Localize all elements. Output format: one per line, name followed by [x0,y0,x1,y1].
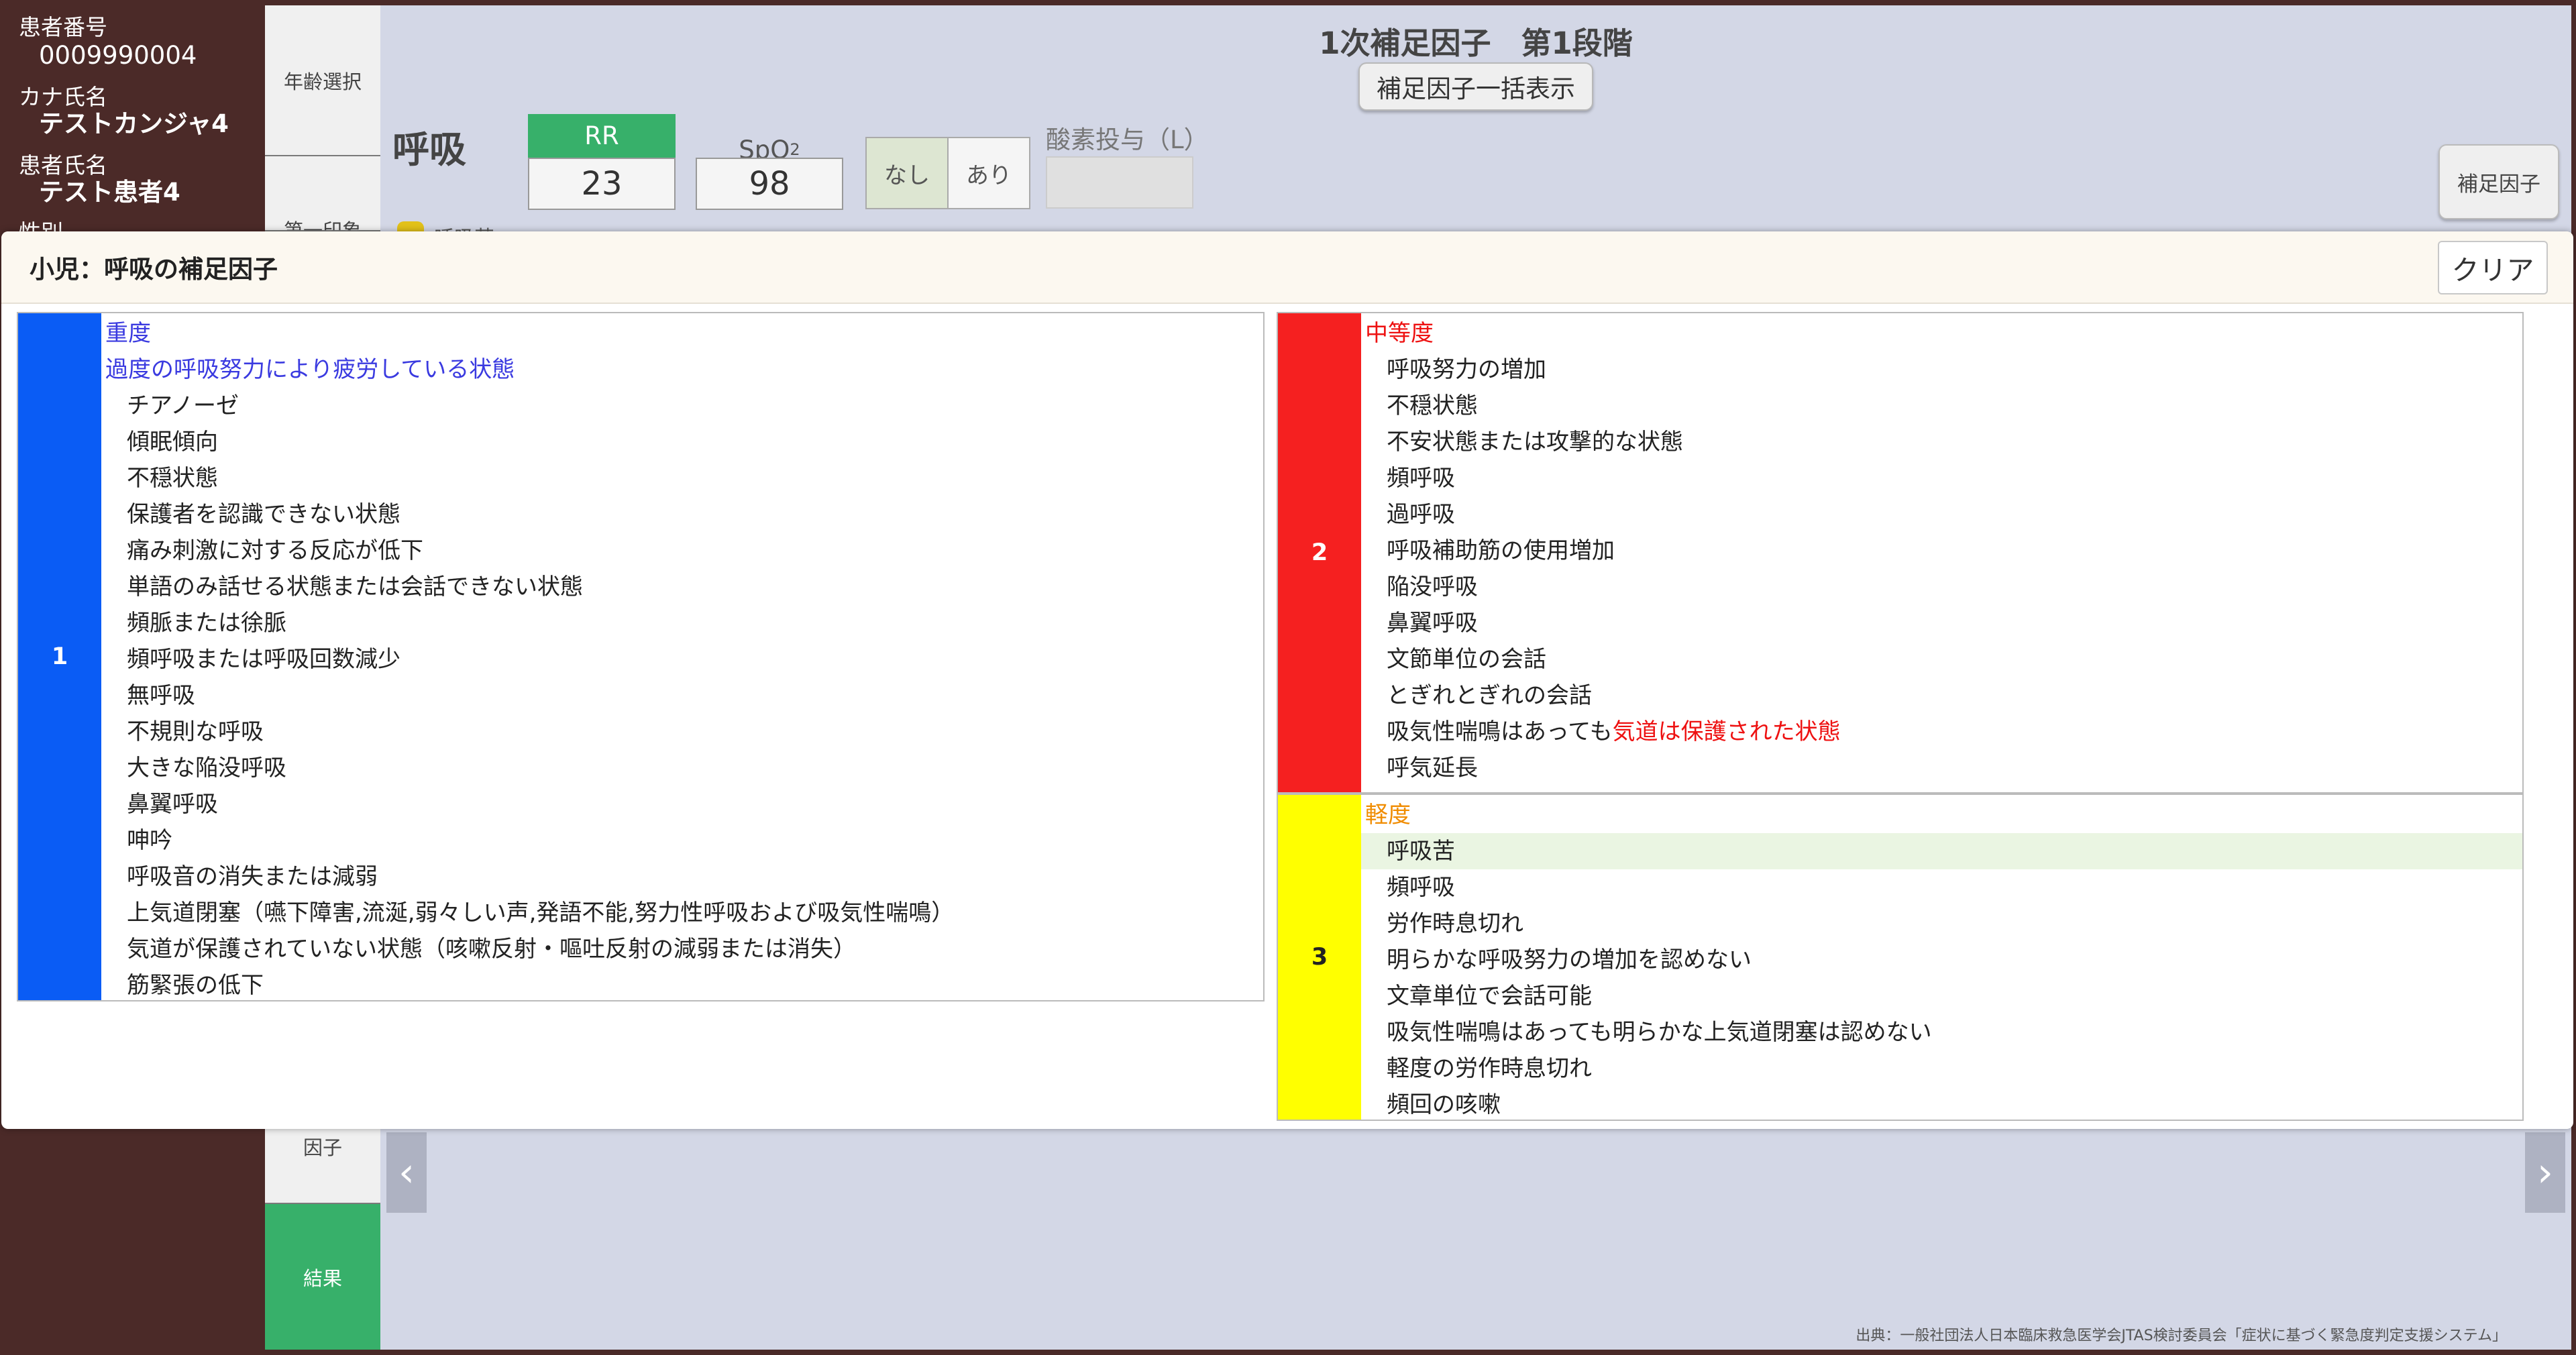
factor-item[interactable]: 不規則な呼吸 [101,714,1263,750]
level-2-list: 中等度 呼吸努力の増加 不穏状態 不安状態または攻撃的な状態 頻呼吸 過呼吸 呼… [1361,313,2522,786]
factor-item[interactable]: 大きな陥没呼吸 [101,750,1263,786]
step-factor[interactable]: 因子 [265,1129,380,1204]
level-1-badge: 1 [18,313,101,1000]
patient-name-value: テスト患者4 [39,178,180,207]
next-arrow-icon[interactable]: › [2525,1132,2565,1213]
level-2-group: 2 中等度 呼吸努力の増加 不穏状態 不安状態または攻撃的な状態 頻呼吸 過呼吸… [1277,312,2524,794]
kana-name-label: カナ氏名 [19,84,107,110]
level-2-badge: 2 [1278,313,1361,792]
oxygen-dose-label: 酸素投与（L） [1046,125,1209,154]
factor-item[interactable]: 頻脈または徐脈 [101,605,1263,641]
factor-item[interactable]: 呼吸補助筋の使用増加 [1361,533,2522,569]
oxygen-toggle: なし あり [865,137,1030,209]
rr-label: RR [528,114,676,158]
factor-item[interactable]: 文節単位の会話 [1361,641,2522,678]
factor-item[interactable]: 筋緊張の低下 [101,967,1263,1004]
supplementary-factors-modal: 小児：呼吸の補足因子 クリア 1 重度 過度の呼吸努力により疲労している状態 チ… [1,231,2573,1129]
oxygen-none-option[interactable]: なし [867,138,949,208]
patient-id-label: 患者番号 [19,14,107,40]
factor-item[interactable]: 不穏状態 [1361,388,2522,424]
factor-item[interactable]: 軽度の労作時息切れ [1361,1050,2522,1087]
factor-item[interactable]: 呼吸努力の増加 [1361,351,2522,388]
factor-item[interactable]: 明らかな呼吸努力の増加を認めない [1361,942,2522,978]
level-3-group: 3 軽度 呼吸苦 頻呼吸 労作時息切れ 明らかな呼吸努力の増加を認めない 文章単… [1277,794,2524,1121]
level-3-heading: 軽度 [1365,802,1411,828]
factor-item[interactable]: 吸気性喘鳴はあっても気道は保護された状態 [1361,714,2522,750]
level-1-list: 重度 過度の呼吸努力により疲労している状態 チアノーゼ 傾眠傾向 不穏状態 保護… [101,313,1263,1004]
factor-item[interactable]: 頻回の咳嗽 [1361,1087,2522,1123]
factor-item[interactable]: 過度の呼吸努力により疲労している状態 [101,351,1263,388]
factor-item[interactable]: とぎれとぎれの会話 [1361,678,2522,714]
factor-item[interactable]: 呻吟 [101,822,1263,859]
patient-name-label: 患者氏名 [19,152,107,178]
factor-item[interactable]: 呼気延長 [1361,750,2522,786]
section-title: 呼吸 [392,128,467,171]
screen-title: 1次補足因子 第1段階 [1319,25,1633,61]
factor-item[interactable]: チアノーゼ [101,388,1263,424]
factor-item[interactable]: 不安状態または攻撃的な状態 [1361,424,2522,460]
oxygen-yes-option[interactable]: あり [949,138,1029,208]
sex-label: 性別 [19,221,63,231]
factor-item[interactable]: 頻呼吸 [1361,460,2522,496]
prev-arrow-icon[interactable]: ‹ [386,1132,427,1213]
step-first-impression[interactable]: 第一印象 [265,156,380,231]
factor-item[interactable]: 痛み刺激に対する反応が低下 [101,533,1263,569]
step-age-select[interactable]: 年齢選択 [265,5,380,156]
factor-item-selected[interactable]: 呼吸苦 [1361,833,2522,869]
level-3-list: 軽度 呼吸苦 頻呼吸 労作時息切れ 明らかな呼吸努力の増加を認めない 文章単位で… [1361,795,2522,1123]
factor-item[interactable]: 気道が保護されていない状態（咳嗽反射・嘔吐反射の減弱または消失） [101,931,1263,967]
modal-header: 小児：呼吸の補足因子 クリア [1,231,2573,304]
factor-item[interactable]: 上気道閉塞（嚥下障害,流涎,弱々しい声,発語不能,努力性呼吸および吸気性喘鳴） [101,895,1263,931]
factor-item[interactable]: 陥没呼吸 [1361,569,2522,605]
factor-item[interactable]: 文章単位で会話可能 [1361,978,2522,1014]
factor-item[interactable]: 吸気性喘鳴はあっても明らかな上気道閉塞は認めない [1361,1014,2522,1050]
spo2-input[interactable]: 98 [696,158,843,210]
rr-input[interactable]: 23 [528,158,676,210]
factor-item[interactable]: 不穏状態 [101,460,1263,496]
factor-item[interactable]: 過呼吸 [1361,496,2522,533]
level-1-group: 1 重度 過度の呼吸努力により疲労している状態 チアノーゼ 傾眠傾向 不穏状態 … [17,312,1265,1001]
step-result[interactable]: 結果 [265,1204,380,1350]
oxygen-dose-input[interactable] [1046,156,1193,209]
factor-item[interactable]: 傾眠傾向 [101,424,1263,460]
supplementary-factor-button[interactable]: 補足因子 [2438,144,2559,219]
level-3-badge: 3 [1278,795,1361,1120]
modal-title: 小児：呼吸の補足因子 [30,255,278,284]
factor-item[interactable]: 鼻翼呼吸 [1361,605,2522,641]
level-1-heading: 重度 [105,320,151,347]
clear-button[interactable]: クリア [2438,241,2548,294]
show-all-factors-button[interactable]: 補足因子一括表示 [1358,62,1593,111]
level-2-heading: 中等度 [1365,320,1434,347]
factor-item[interactable]: 頻呼吸 [1361,869,2522,906]
source-credit: 出典：一般社団法人日本臨床救急医学会JTAS検討委員会「症状に基づく緊急度判定支… [1856,1327,2507,1344]
factor-item[interactable]: 労作時息切れ [1361,906,2522,942]
factor-item[interactable]: 無呼吸 [101,678,1263,714]
factor-item[interactable]: 単語のみ話せる状態または会話できない状態 [101,569,1263,605]
kana-name-value: テストカンジャ4 [39,109,229,138]
patient-id-value: 0009990004 [39,41,197,70]
factor-item[interactable]: 鼻翼呼吸 [101,786,1263,822]
factor-item[interactable]: 保護者を認識できない状態 [101,496,1263,533]
factor-item[interactable]: 呼吸音の消失または減弱 [101,859,1263,895]
factor-item[interactable]: 頻呼吸または呼吸回数減少 [101,641,1263,678]
